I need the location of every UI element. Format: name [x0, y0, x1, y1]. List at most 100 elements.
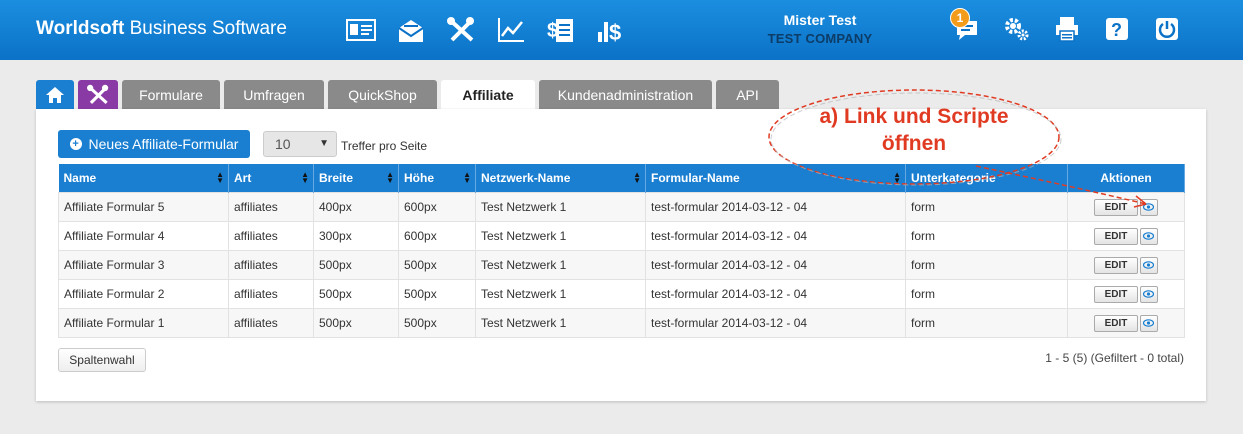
cell-breite: 400px	[313, 192, 399, 222]
cell-formular-name: test-formular 2014-03-12 - 04	[645, 279, 906, 309]
page-size-select[interactable]: 10 ▼	[263, 131, 337, 157]
column-label: Höhe	[404, 171, 434, 185]
home-icon	[46, 86, 64, 103]
column-label: Netzwerk-Name	[481, 171, 571, 185]
column-header-breite[interactable]: Breite ▲ ▼	[313, 164, 399, 193]
cell-formular-name: test-formular 2014-03-12 - 04	[645, 308, 906, 338]
cell-netzwerk-name: Test Netzwerk 1	[475, 221, 646, 251]
cell-actions: EDIT	[1067, 221, 1185, 251]
cell-art: affiliates	[228, 192, 314, 222]
user-info[interactable]: Mister Test TEST COMPANY	[750, 12, 890, 46]
view-eye-icon[interactable]	[1140, 256, 1158, 274]
cell-netzwerk-name: Test Netzwerk 1	[475, 279, 646, 309]
utility-icons: 1 ?	[950, 8, 1200, 46]
table-row[interactable]: Affiliate Formular 1 affiliates 500px 500px…	[58, 308, 1185, 338]
settings-icon[interactable]	[1000, 12, 1034, 46]
tab-quickshop[interactable]: QuickShop	[328, 80, 437, 109]
power-icon[interactable]	[1150, 12, 1184, 46]
cell-breite: 500px	[313, 308, 399, 338]
cell-name: Affiliate Formular 1	[58, 308, 229, 338]
cell-netzwerk-name: Test Netzwerk 1	[475, 192, 646, 222]
brand-logo[interactable]: Worldsoft Business Software	[36, 18, 287, 40]
column-label: Name	[63, 171, 97, 185]
tab-formulare[interactable]: Formulare	[122, 80, 220, 109]
per-page-label: Treffer pro Seite	[341, 139, 428, 153]
invoice-icon[interactable]: $	[544, 14, 578, 46]
cell-hoehe: 600px	[398, 192, 476, 222]
tab-affiliate[interactable]: Affiliate	[441, 80, 535, 109]
cell-hoehe: 500px	[398, 308, 476, 338]
tab-home[interactable]	[36, 80, 74, 109]
tools-icon[interactable]	[444, 14, 478, 46]
cell-formular-name: test-formular 2014-03-12 - 04	[645, 250, 906, 280]
table-row[interactable]: Affiliate Formular 3 affiliates 500px 500px…	[58, 250, 1185, 280]
view-eye-icon[interactable]	[1140, 314, 1158, 332]
cell-art: affiliates	[228, 279, 314, 309]
cell-unterkategorie: form	[905, 279, 1068, 309]
sort-icon: ▲ ▼	[216, 170, 224, 185]
cell-hoehe: 600px	[398, 221, 476, 251]
column-chooser-button[interactable]: Spaltenwahl	[58, 348, 146, 372]
edit-button[interactable]: EDIT	[1094, 256, 1138, 274]
brand-name-bold: Worldsoft	[36, 18, 125, 39]
cell-formular-name: test-formular 2014-03-12 - 04	[645, 221, 906, 251]
contact-card-icon[interactable]	[344, 14, 378, 46]
cell-breite: 300px	[313, 221, 399, 251]
top-bar: Worldsoft Business Software $ $ Mister T…	[0, 0, 1243, 60]
tab-umfragen[interactable]: Umfragen	[224, 80, 324, 109]
svg-text:?: ?	[1111, 20, 1122, 40]
column-header-name[interactable]: Name ▲ ▼	[58, 164, 229, 193]
cell-actions: EDIT	[1067, 279, 1185, 309]
column-header-hoehe[interactable]: Höhe ▲ ▼	[398, 164, 476, 193]
sort-icon: ▲ ▼	[386, 170, 394, 185]
cell-breite: 500px	[313, 279, 399, 309]
revenue-icon[interactable]: $	[594, 14, 628, 46]
svg-text:$: $	[547, 20, 558, 42]
edit-button[interactable]: EDIT	[1094, 227, 1138, 245]
cell-breite: 500px	[313, 250, 399, 280]
column-header-art[interactable]: Art ▲ ▼	[228, 164, 314, 193]
column-label: Art	[234, 171, 252, 185]
page-size-value: 10	[275, 136, 291, 152]
cell-unterkategorie: form	[905, 250, 1068, 280]
table-row[interactable]: Affiliate Formular 4 affiliates 300px 600px…	[58, 221, 1185, 251]
view-eye-icon[interactable]	[1140, 227, 1158, 245]
cell-hoehe: 500px	[398, 250, 476, 280]
main-nav-icons: $ $	[344, 14, 644, 46]
column-label: Formular-Name	[651, 171, 740, 185]
tools-icon	[87, 84, 109, 104]
table-row[interactable]: Affiliate Formular 2 affiliates 500px 500px…	[58, 279, 1185, 309]
cell-name: Affiliate Formular 3	[58, 250, 229, 280]
pager-info: 1 - 5 (5) (Gefiltert - 0 total)	[1045, 351, 1184, 365]
new-affiliate-form-button[interactable]: + Neues Affiliate-Formular	[58, 130, 250, 158]
messages-icon[interactable]: 1	[950, 8, 984, 46]
company-name: TEST COMPANY	[767, 31, 873, 46]
cell-netzwerk-name: Test Netzwerk 1	[475, 250, 646, 280]
cell-name: Affiliate Formular 2	[58, 279, 229, 309]
sort-icon: ▲ ▼	[463, 170, 471, 185]
cell-art: affiliates	[228, 221, 314, 251]
annotation-arrow	[975, 165, 1147, 208]
mail-icon[interactable]	[394, 14, 428, 46]
caret-down-icon: ▼	[319, 138, 329, 149]
tab-tools[interactable]	[78, 80, 118, 109]
svg-text:$: $	[609, 20, 621, 44]
cell-unterkategorie: form	[905, 221, 1068, 251]
print-icon[interactable]	[1050, 12, 1084, 46]
module-tabs: Formulare Umfragen QuickShop Affiliate K…	[36, 80, 783, 109]
chart-icon[interactable]	[494, 14, 528, 46]
cell-art: affiliates	[228, 308, 314, 338]
cell-netzwerk-name: Test Netzwerk 1	[475, 308, 646, 338]
tab-kundenadministration[interactable]: Kundenadministration	[539, 80, 712, 109]
column-header-netzwerk-name[interactable]: Netzwerk-Name ▲ ▼	[475, 164, 646, 193]
edit-button[interactable]: EDIT	[1094, 285, 1138, 303]
help-icon[interactable]: ?	[1100, 12, 1134, 46]
plus-icon: +	[69, 138, 82, 150]
brand-name-rest: Business Software	[124, 18, 287, 39]
cell-formular-name: test-formular 2014-03-12 - 04	[645, 192, 906, 222]
edit-button[interactable]: EDIT	[1094, 314, 1138, 332]
cell-unterkategorie: form	[905, 308, 1068, 338]
view-eye-icon[interactable]	[1140, 285, 1158, 303]
sort-icon: ▲ ▼	[301, 170, 309, 185]
notification-badge: 1	[950, 8, 970, 28]
